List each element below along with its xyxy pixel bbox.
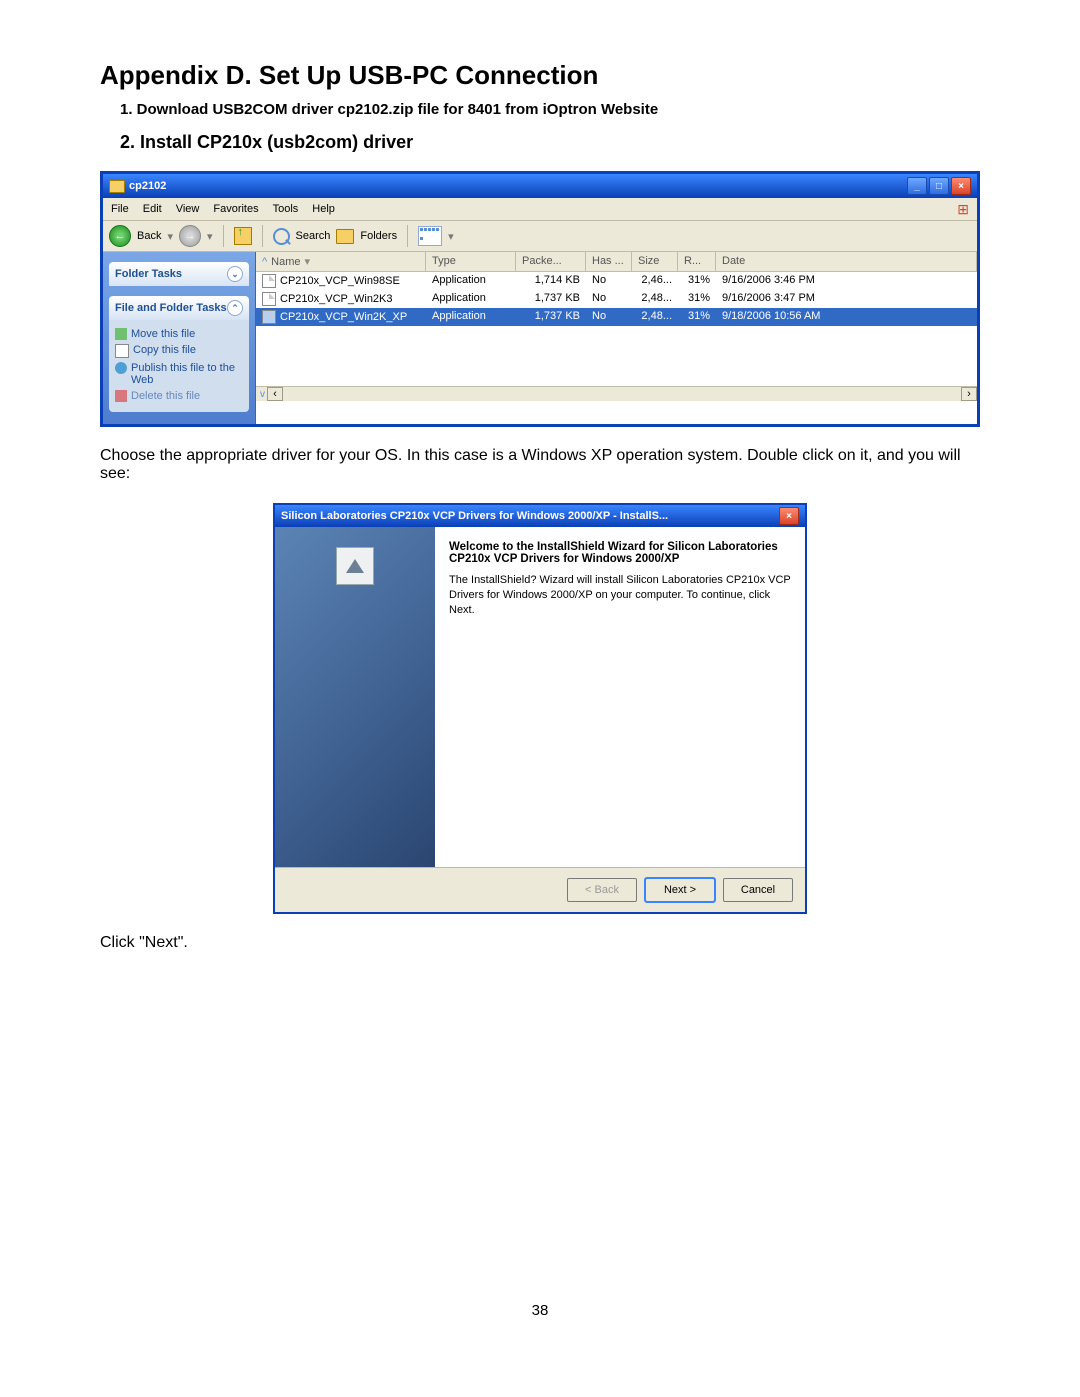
sidebar-panel-file-folder-tasks[interactable]: File and Folder Tasks ⌃ xyxy=(109,296,249,320)
task-copy-file[interactable]: Copy this file xyxy=(115,342,243,360)
file-row[interactable]: CP210x_VCP_Win98SEApplication1,714 KBNo2… xyxy=(256,272,977,290)
installer-window: Silicon Laboratories CP210x VCP Drivers … xyxy=(273,503,807,914)
folders-icon[interactable] xyxy=(336,229,354,244)
column-headers[interactable]: ^Name ▾ Type Packe... Has ... Size R... … xyxy=(256,252,977,272)
installer-welcome-heading: Welcome to the InstallShield Wizard for … xyxy=(449,541,791,565)
file-icon xyxy=(262,292,276,306)
file-row[interactable]: CP210x_VCP_Win2K_XPApplication1,737 KBNo… xyxy=(256,308,977,326)
explorer-menubar: File Edit View Favorites Tools Help ⊞ xyxy=(103,198,977,221)
menu-favorites[interactable]: Favorites xyxy=(213,203,258,215)
maximize-button[interactable]: □ xyxy=(929,177,949,195)
next-button[interactable]: Next > xyxy=(645,878,715,902)
menu-view[interactable]: View xyxy=(176,203,200,215)
installer-footer: < Back Next > Cancel xyxy=(275,867,805,912)
task-delete-file[interactable]: Delete this file xyxy=(115,388,243,404)
cancel-button[interactable]: Cancel xyxy=(723,878,793,902)
step-2-heading: 2. Install CP210x (usb2com) driver xyxy=(120,132,980,153)
sidebar-panel-folder-tasks[interactable]: Folder Tasks ⌄ xyxy=(109,262,249,286)
folder-tasks-label: Folder Tasks xyxy=(115,268,182,280)
window-title: cp2102 xyxy=(125,180,166,192)
menu-file[interactable]: File xyxy=(111,203,129,215)
file-icon xyxy=(262,310,276,324)
installer-side-graphic xyxy=(275,527,435,867)
windows-flag-icon: ⊞ xyxy=(957,201,969,218)
back-label: Back xyxy=(137,230,161,242)
task-move-file[interactable]: Move this file xyxy=(115,326,243,342)
instruction-text-2: Click "Next". xyxy=(100,934,980,952)
chevron-up-icon[interactable]: ⌃ xyxy=(227,300,243,316)
page-number: 38 xyxy=(100,1302,980,1319)
search-label: Search xyxy=(296,230,331,242)
back-button: < Back xyxy=(567,878,637,902)
file-icon xyxy=(262,274,276,288)
menu-tools[interactable]: Tools xyxy=(273,203,299,215)
installer-description: The InstallShield? Wizard will install S… xyxy=(449,573,791,618)
instruction-text-1: Choose the appropriate driver for your O… xyxy=(100,447,980,483)
file-row[interactable]: CP210x_VCP_Win2K3Application1,737 KBNo2,… xyxy=(256,290,977,308)
forward-button[interactable]: → xyxy=(179,225,201,247)
close-button[interactable]: × xyxy=(951,177,971,195)
file-folder-tasks-body: Move this file Copy this file Publish th… xyxy=(109,320,249,412)
folders-label: Folders xyxy=(360,230,397,242)
file-folder-tasks-label: File and Folder Tasks xyxy=(115,302,227,314)
explorer-file-list: ^Name ▾ Type Packe... Has ... Size R... … xyxy=(256,252,977,424)
search-icon[interactable] xyxy=(273,228,290,245)
explorer-sidebar: Folder Tasks ⌄ File and Folder Tasks ⌃ M… xyxy=(103,252,256,424)
menu-help[interactable]: Help xyxy=(312,203,335,215)
chevron-down-icon[interactable]: ⌄ xyxy=(227,266,243,282)
explorer-toolbar: ← Back ▾ → ▾ Search Folders ▾ xyxy=(103,221,977,252)
back-button[interactable]: ← xyxy=(109,225,131,247)
installer-titlebar: Silicon Laboratories CP210x VCP Drivers … xyxy=(275,505,805,527)
folder-icon xyxy=(109,180,125,193)
explorer-window: cp2102 _ □ × File Edit View Favorites To… xyxy=(100,171,980,427)
views-button[interactable] xyxy=(418,226,442,246)
installer-close-button[interactable]: × xyxy=(779,507,799,525)
installer-title: Silicon Laboratories CP210x VCP Drivers … xyxy=(281,510,779,522)
step-1: 1. Download USB2COM driver cp2102.zip fi… xyxy=(120,101,980,118)
horizontal-scrollbar[interactable]: v ‹ › xyxy=(256,386,977,401)
installer-main-panel: Welcome to the InstallShield Wizard for … xyxy=(435,527,805,867)
up-button[interactable] xyxy=(234,227,252,245)
installshield-logo-icon xyxy=(336,547,374,585)
page-title: Appendix D. Set Up USB-PC Connection xyxy=(100,60,980,91)
minimize-button[interactable]: _ xyxy=(907,177,927,195)
explorer-titlebar: cp2102 _ □ × xyxy=(103,174,977,198)
menu-edit[interactable]: Edit xyxy=(143,203,162,215)
task-publish-file[interactable]: Publish this file to the Web xyxy=(115,360,243,388)
